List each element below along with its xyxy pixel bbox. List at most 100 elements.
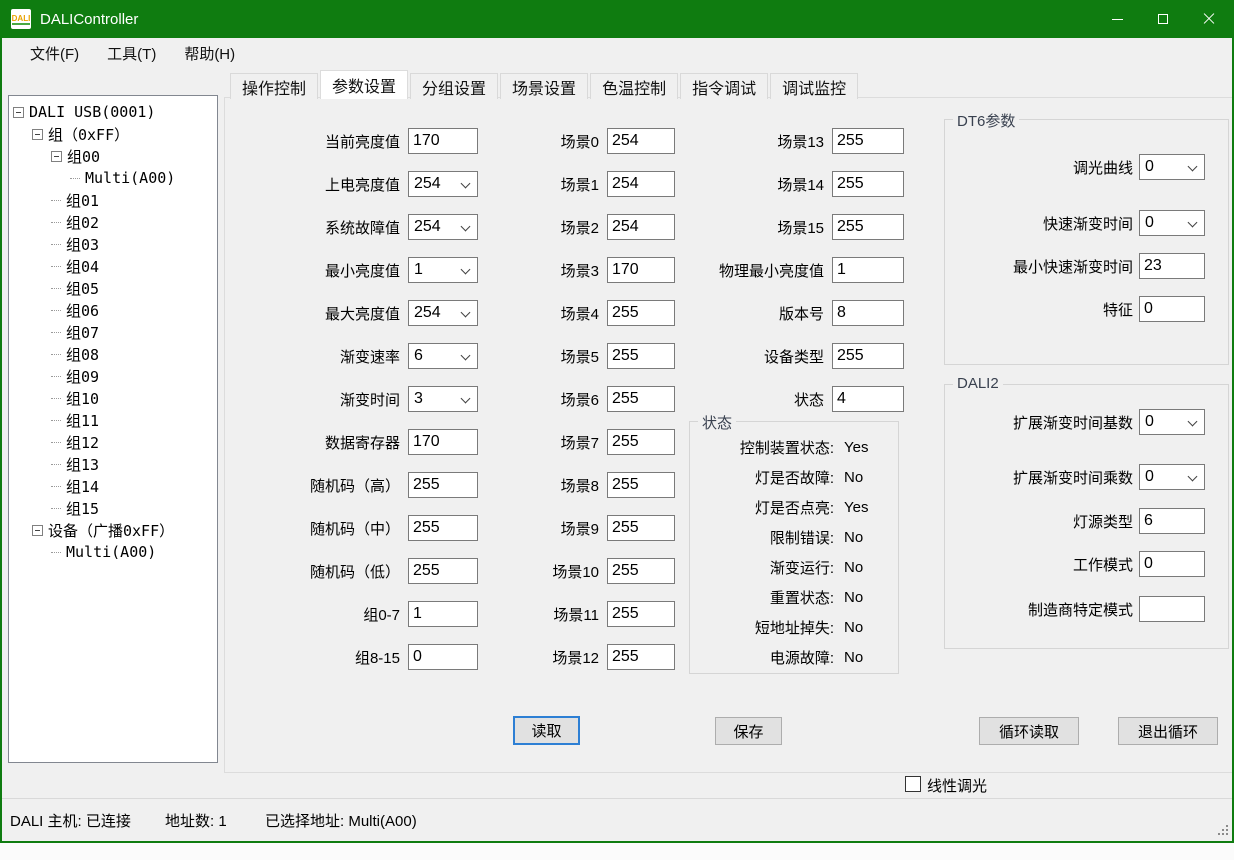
scene-14-input[interactable] [832,171,904,197]
maximize-button[interactable] [1140,0,1186,38]
fade-rate-label: 渐变速率 [283,346,400,367]
collapse-icon[interactable] [32,525,43,536]
tree-item-group06[interactable]: 组06 [9,299,217,321]
minimize-button[interactable] [1094,0,1140,38]
scene-7-input[interactable] [607,429,675,455]
resize-grip[interactable] [1216,823,1230,837]
tree-item-group14[interactable]: 组14 [9,475,217,497]
scene-5-input[interactable] [607,343,675,369]
footer-row: 线性调光 [2,773,1232,798]
menu-help[interactable]: 帮助(H) [170,43,249,67]
ext-fade-time-base-select[interactable]: 0 [1139,409,1205,435]
scene-4-input[interactable] [607,300,675,326]
fade-time-select[interactable]: 3 [408,386,478,412]
scene-0-input[interactable] [607,128,675,154]
random-code-high-input[interactable] [408,472,478,498]
current-brightness-input[interactable] [408,128,478,154]
min-level-select[interactable]: 1 [408,257,478,283]
collapse-icon[interactable] [51,151,62,162]
scene-10-input[interactable] [607,558,675,584]
physical-min-level-input[interactable] [832,257,904,283]
tree-item-group05[interactable]: 组05 [9,277,217,299]
scene-13-input[interactable] [832,128,904,154]
tree-item-group00[interactable]: 组00 [9,145,217,167]
tree-item-label: DALI USB(0001) [29,103,155,121]
tree-item-group-root[interactable]: 组（0xFF） [9,123,217,145]
tab-debug-monitor[interactable]: 调试监控 [770,73,858,99]
collapse-icon[interactable] [32,129,43,140]
random-code-mid-input[interactable] [408,515,478,541]
tree-item-group12[interactable]: 组12 [9,431,217,453]
system-failure-level-select[interactable]: 254 [408,214,478,240]
linear-dimming-label[interactable]: 线性调光 [927,775,987,796]
save-button[interactable]: 保存 [715,717,782,745]
scene-1-label: 场景1 [505,174,599,195]
tree-item-group13[interactable]: 组13 [9,453,217,475]
light-source-type-input[interactable] [1139,508,1205,534]
menu-tools[interactable]: 工具(T) [93,43,170,67]
groups-8-15-input[interactable] [408,644,478,670]
tree-item-multi-a00[interactable]: Multi(A00) [9,167,217,189]
tree-item-dali-usb[interactable]: DALI USB(0001) [9,101,217,123]
scene-12-input[interactable] [607,644,675,670]
groups-0-7-input[interactable] [408,601,478,627]
ext-fade-time-multiplier-select[interactable]: 0 [1139,464,1205,490]
status-value-input[interactable] [832,386,904,412]
tree-item-group15[interactable]: 组15 [9,497,217,519]
device-tree[interactable]: DALI USB(0001) 组（0xFF） 组00 Multi(A00) 组0… [8,95,218,763]
tree-item-device-broadcast[interactable]: 设备（广播0xFF） [9,519,217,541]
scene-15-input[interactable] [832,214,904,240]
collapse-icon[interactable] [13,107,24,118]
operating-mode-input[interactable] [1139,551,1205,577]
exit-loop-button[interactable]: 退出循环 [1118,717,1218,745]
tree-item-group04[interactable]: 组04 [9,255,217,277]
max-level-select[interactable]: 254 [408,300,478,326]
manufacturer-mode-input[interactable] [1139,596,1205,622]
selected-address-text: 已选择地址: Multi(A00) [265,810,417,831]
scene-8-input[interactable] [607,472,675,498]
tree-item-group08[interactable]: 组08 [9,343,217,365]
menu-file[interactable]: 文件(F) [16,43,93,67]
linear-dimming-checkbox[interactable] [905,776,921,792]
min-fast-fade-time-input[interactable] [1139,253,1205,279]
scene-6-input[interactable] [607,386,675,412]
features-input[interactable] [1139,296,1205,322]
tree-item-group09[interactable]: 组09 [9,365,217,387]
scene-11-input[interactable] [607,601,675,627]
chevron-down-icon [461,179,471,189]
scene-1-input[interactable] [607,171,675,197]
tree-item-group02[interactable]: 组02 [9,211,217,233]
tree-item-group10[interactable]: 组10 [9,387,217,409]
loop-read-button[interactable]: 循环读取 [979,717,1079,745]
read-button[interactable]: 读取 [513,716,580,745]
close-button[interactable] [1186,0,1232,38]
chevron-down-icon [1188,162,1198,172]
select-value: 254 [414,175,441,193]
scene-3-input[interactable] [607,257,675,283]
tab-color-temp-control[interactable]: 色温控制 [590,73,678,99]
select-value: 1 [414,261,423,279]
tab-operation-control[interactable]: 操作控制 [230,73,318,99]
tree-item-group01[interactable]: 组01 [9,189,217,211]
tree-item-group07[interactable]: 组07 [9,321,217,343]
scene-9-input[interactable] [607,515,675,541]
tab-command-debug[interactable]: 指令调试 [680,73,768,99]
random-code-high-label: 随机码（高） [283,475,400,496]
tree-item-group03[interactable]: 组03 [9,233,217,255]
tree-item-group11[interactable]: 组11 [9,409,217,431]
tab-parameter-settings[interactable]: 参数设置 [320,70,408,99]
fast-fade-time-select[interactable]: 0 [1139,210,1205,236]
version-number-input[interactable] [832,300,904,326]
tree-item-label: 组14 [66,476,99,497]
data-register-input[interactable] [408,429,478,455]
scene-2-input[interactable] [607,214,675,240]
tree-item-multi-a00-device[interactable]: Multi(A00) [9,541,217,563]
fade-rate-select[interactable]: 6 [408,343,478,369]
random-code-low-input[interactable] [408,558,478,584]
dali2-group-title: DALI2 [953,375,1003,392]
power-on-level-select[interactable]: 254 [408,171,478,197]
dimming-curve-select[interactable]: 0 [1139,154,1205,180]
device-type-input[interactable] [832,343,904,369]
tab-grouping-settings[interactable]: 分组设置 [410,73,498,99]
tab-scene-settings[interactable]: 场景设置 [500,73,588,99]
